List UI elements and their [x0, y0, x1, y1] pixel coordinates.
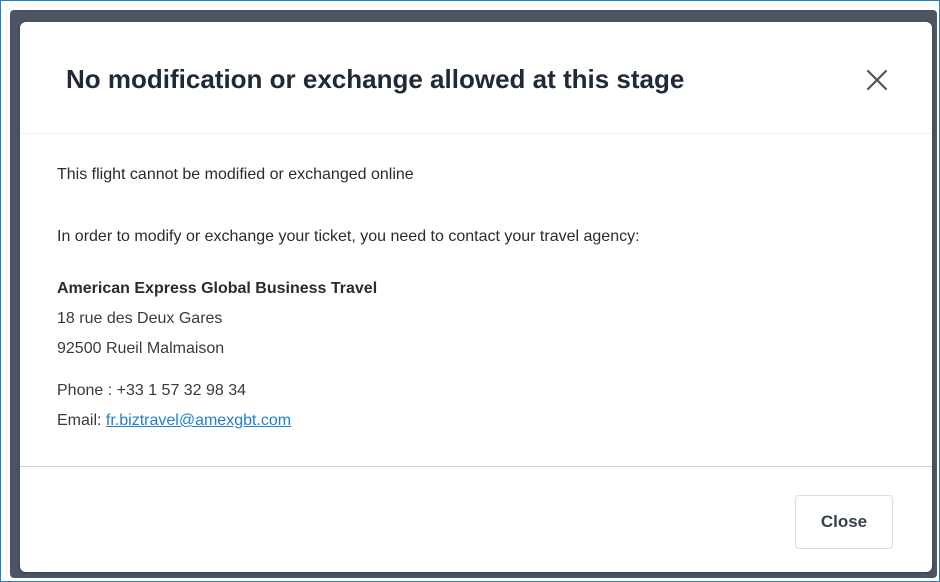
- agency-address-line2: 92500 Rueil Malmaison: [57, 340, 225, 357]
- instruction-text: In order to modify or exchange your tick…: [57, 228, 640, 245]
- phone-number: +33 1 57 32 98 34: [116, 382, 247, 399]
- email-label: Email:: [57, 412, 106, 429]
- message-text: This flight cannot be modified or exchan…: [57, 166, 414, 183]
- close-button[interactable]: Close: [795, 495, 893, 549]
- agency-block: American Express Global Business Travel …: [57, 274, 377, 364]
- agency-name: American Express Global Business Travel: [57, 280, 378, 297]
- email-line: Email: fr.biztravel@amexgbt.com: [57, 406, 291, 436]
- phone-line: Phone : +33 1 57 32 98 34: [57, 376, 291, 406]
- close-x-icon: [866, 69, 888, 91]
- agency-address-line1: 18 rue des Deux Gares: [57, 310, 223, 327]
- dialog-header: No modification or exchange allowed at t…: [20, 22, 932, 134]
- contact-block: Phone : +33 1 57 32 98 34 Email: fr.bizt…: [57, 376, 291, 436]
- close-icon[interactable]: [859, 62, 895, 98]
- email-link[interactable]: fr.biztravel@amexgbt.com: [106, 412, 291, 429]
- dialog-footer: Close: [20, 466, 932, 572]
- dialog-body: This flight cannot be modified or exchan…: [20, 134, 932, 466]
- phone-label: Phone :: [57, 382, 117, 399]
- modal-dialog: No modification or exchange allowed at t…: [20, 22, 932, 572]
- dialog-title: No modification or exchange allowed at t…: [66, 64, 685, 94]
